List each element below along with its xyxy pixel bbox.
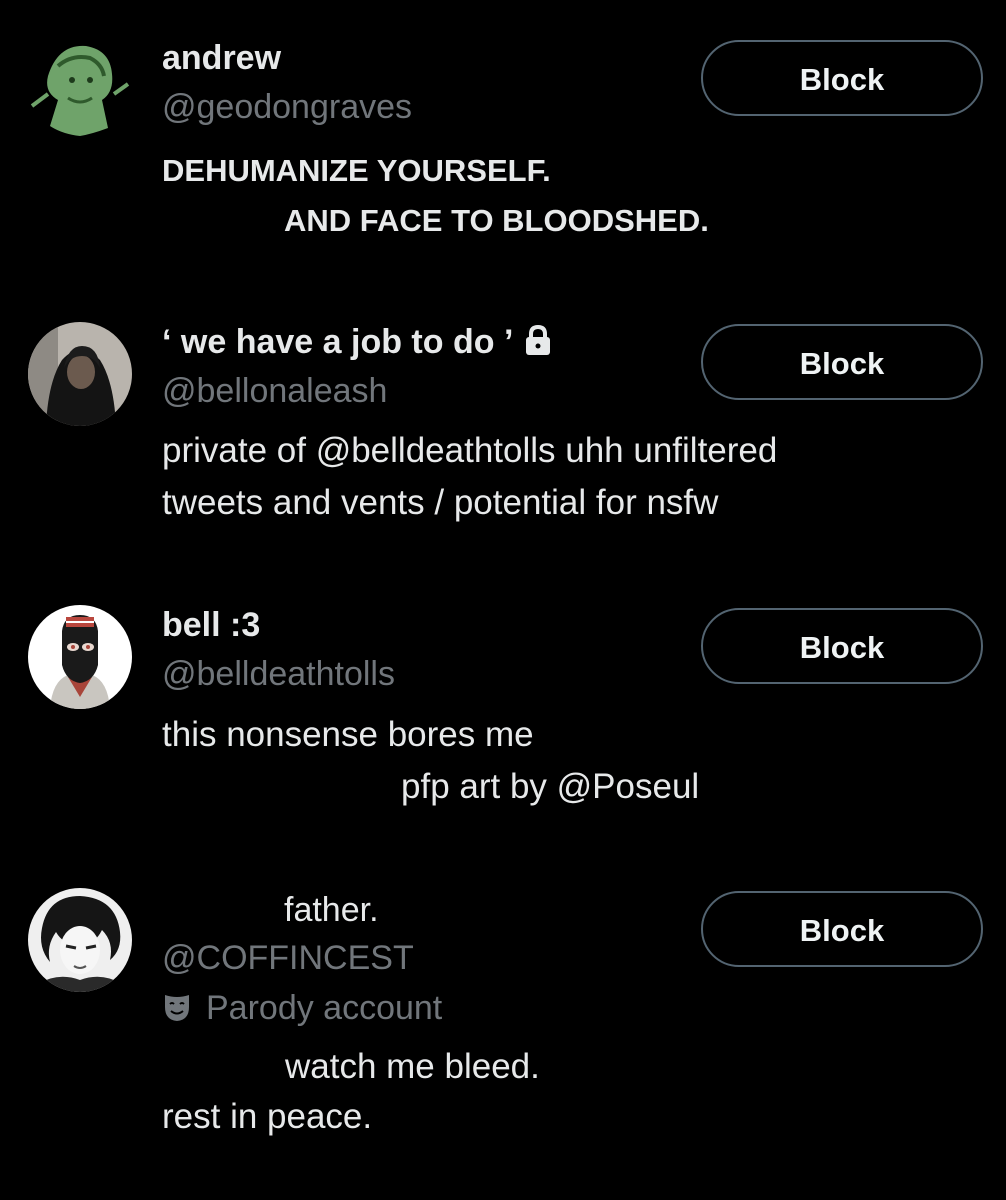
handle[interactable]: @bellonaleash — [162, 371, 387, 411]
block-button[interactable]: Block — [701, 891, 983, 967]
block-button[interactable]: Block — [701, 324, 983, 400]
handle[interactable]: @geodongraves — [162, 87, 412, 127]
avatar[interactable] — [28, 36, 132, 140]
user-cell[interactable]: andrew @geodongraves Block DEHUMANIZE YO… — [0, 0, 1006, 280]
display-name[interactable]: bell :3 — [162, 605, 260, 645]
lock-icon — [523, 324, 553, 365]
block-button[interactable]: Block — [701, 608, 983, 684]
avatar[interactable] — [28, 605, 132, 709]
avatar[interactable] — [28, 888, 132, 992]
theater-mask-icon — [162, 991, 192, 1032]
handle[interactable]: @belldeathtolls — [162, 654, 395, 694]
green-anime-character-avatar — [28, 36, 132, 140]
bio-line: private of @belldeathtolls uhh unfiltere… — [162, 431, 778, 470]
avatar[interactable] — [28, 322, 132, 426]
bio-line: watch me bleed. — [285, 1047, 540, 1086]
bio-line: DEHUMANIZE YOURSELF. — [162, 153, 551, 188]
monochrome-manga-avatar — [28, 888, 132, 992]
display-name-text: ‘ we have a job to do ’ — [162, 323, 514, 361]
display-name[interactable]: father. — [284, 890, 379, 930]
bio-line: AND FACE TO BLOODSHED. — [284, 203, 709, 238]
block-button[interactable]: Block — [701, 40, 983, 116]
bio-line: tweets and vents / potential for nsfw — [162, 483, 719, 522]
bio-line: pfp art by @Poseul — [401, 767, 700, 806]
parody-label-text: Parody account — [206, 989, 443, 1027]
display-name[interactable]: andrew — [162, 38, 281, 78]
handle[interactable]: @COFFINCEST — [162, 938, 414, 978]
masked-character-avatar — [28, 605, 132, 709]
display-name[interactable]: ‘ we have a job to do ’ — [162, 322, 553, 365]
hooded-person-photo-avatar — [28, 322, 132, 426]
bio-line: this nonsense bores me — [162, 715, 534, 754]
parody-label: Parody account — [162, 988, 442, 1032]
bio-line: rest in peace. — [162, 1097, 373, 1136]
